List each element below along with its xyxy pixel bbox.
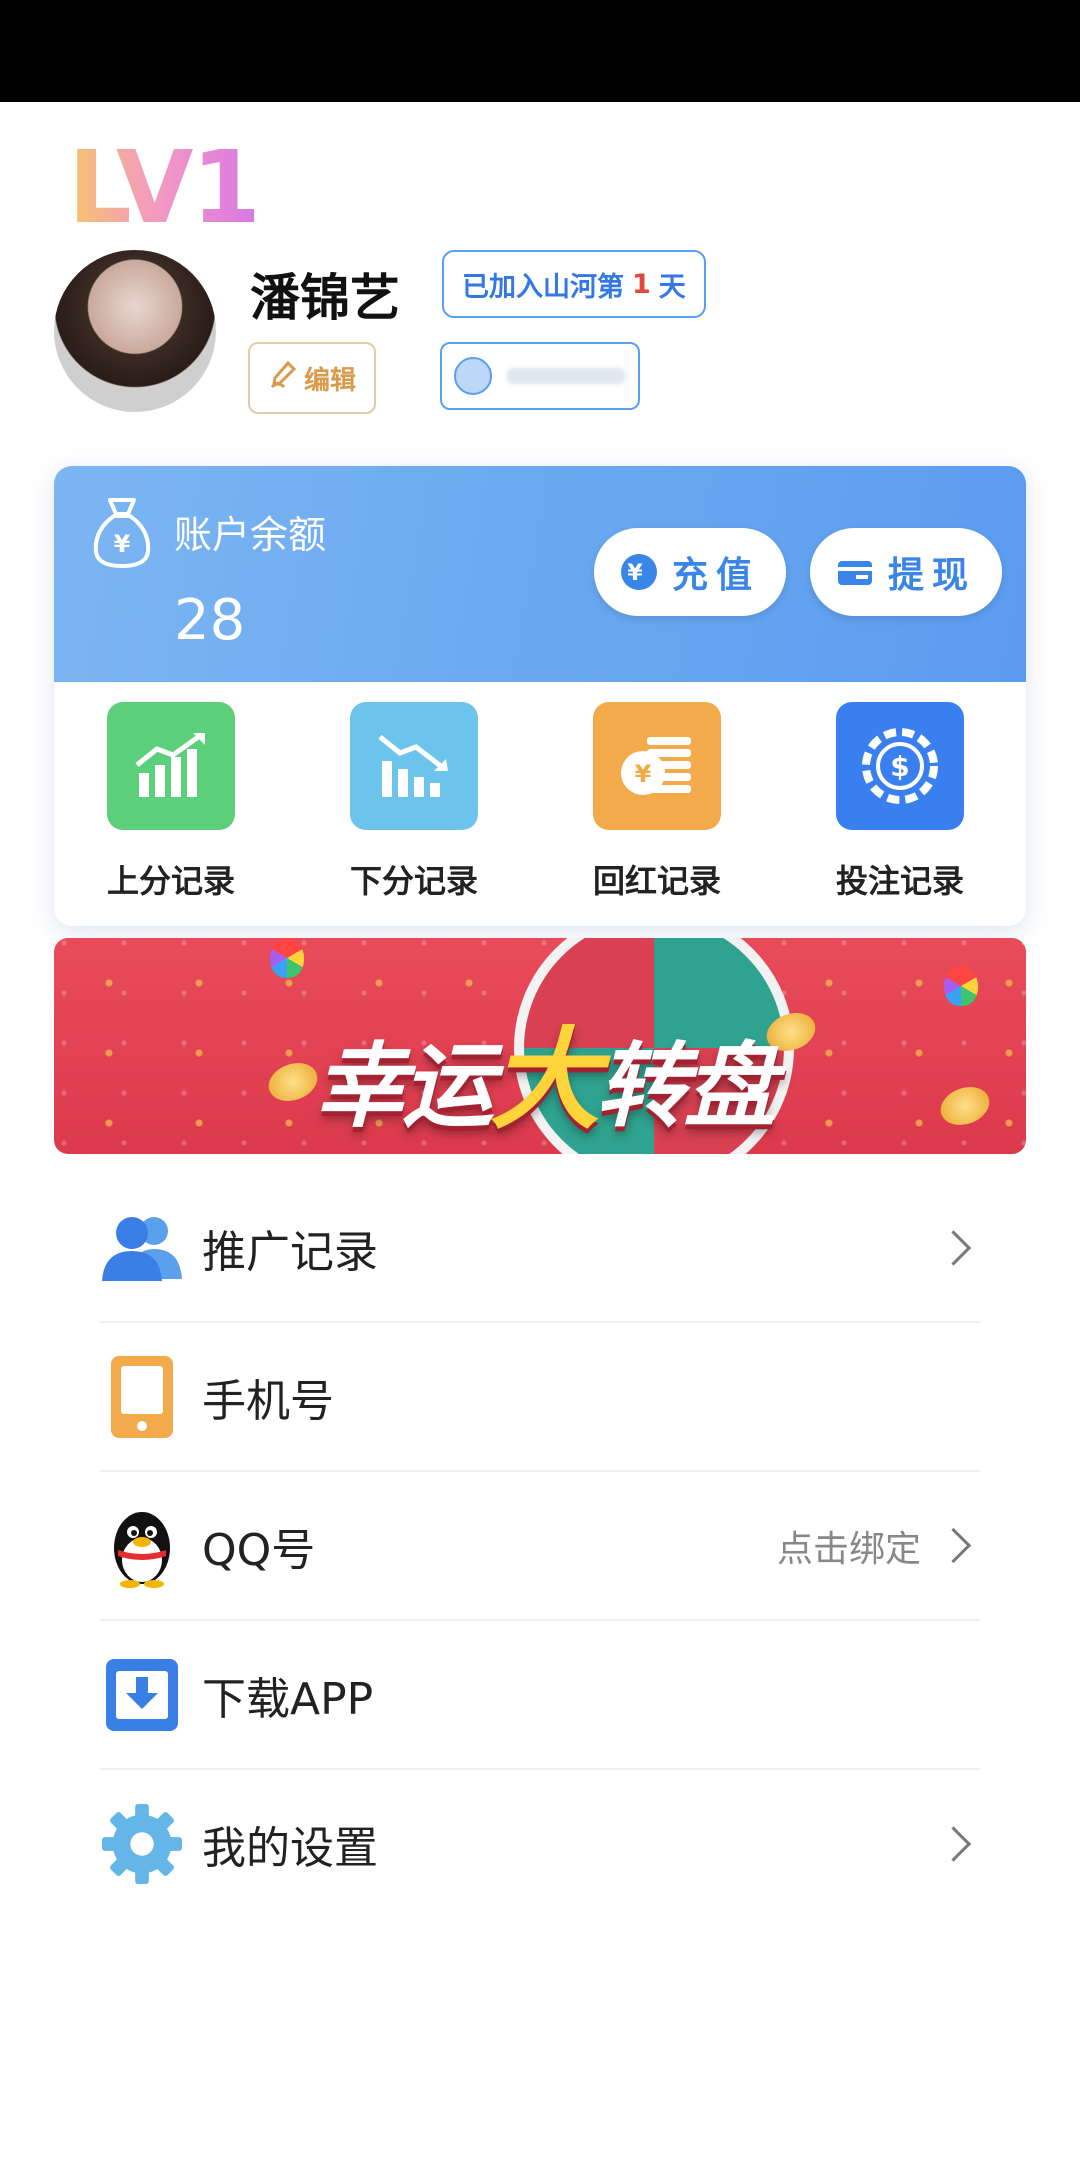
record-item-rebate[interactable]: ¥ 回红记录 bbox=[567, 702, 747, 902]
record-item-deposit[interactable]: 上分记录 bbox=[81, 702, 261, 902]
chart-down-icon bbox=[350, 702, 478, 830]
chip-icon: $ bbox=[836, 702, 964, 830]
record-label: 投注记录 bbox=[835, 862, 964, 900]
chart-up-icon bbox=[107, 702, 235, 830]
user-mini-avatar-icon bbox=[454, 357, 492, 395]
record-item-bets[interactable]: $ 投注记录 bbox=[810, 702, 990, 902]
withdraw-button[interactable]: 提现 bbox=[810, 528, 1002, 616]
settings-menu: 推广记录 手机号 QQ号 点击绑定 下载APP 我的设置 bbox=[100, 1174, 980, 1917]
record-label: 下分记录 bbox=[349, 862, 478, 900]
level-badge: LV1 bbox=[68, 129, 261, 246]
menu-item-settings[interactable]: 我的设置 bbox=[100, 1770, 980, 1917]
status-bar bbox=[0, 0, 1080, 102]
edit-label: 编辑 bbox=[303, 365, 356, 396]
record-item-withdraw[interactable]: 下分记录 bbox=[324, 702, 504, 902]
menu-item-download-app[interactable]: 下载APP bbox=[100, 1621, 980, 1770]
joined-days-badge: 已加入山河第 1 天 bbox=[442, 250, 706, 318]
withdraw-label: 提现 bbox=[887, 555, 976, 596]
chevron-right-icon bbox=[935, 1229, 972, 1266]
recharge-label: 充值 bbox=[671, 555, 760, 596]
gear-icon bbox=[100, 1802, 184, 1886]
balance-value: 28 bbox=[174, 588, 246, 653]
user-id-badge bbox=[440, 342, 640, 410]
banner-title-part1: 幸运 bbox=[314, 1033, 494, 1140]
svg-text:$: $ bbox=[890, 750, 909, 783]
balance-card: ¥ 账户余额 28 ¥ 充值 提现 上分记录 下分记录 ¥ 回红记录 $ 投注记… bbox=[54, 466, 1026, 926]
balloon-icon bbox=[944, 966, 978, 1006]
banner-title-big: 大 bbox=[490, 1016, 600, 1144]
qq-penguin-icon bbox=[100, 1504, 184, 1588]
svg-text:¥: ¥ bbox=[635, 760, 652, 788]
menu-item-qq[interactable]: QQ号 点击绑定 bbox=[100, 1472, 980, 1621]
banner-title: 幸运大转盘 bbox=[314, 990, 776, 1150]
download-icon bbox=[100, 1653, 184, 1737]
bind-qq-hint[interactable]: 点击绑定 bbox=[777, 1520, 921, 1572]
avatar[interactable] bbox=[54, 250, 216, 412]
phone-icon bbox=[100, 1355, 184, 1439]
money-bag-icon: ¥ bbox=[93, 498, 151, 569]
lucky-wheel-banner[interactable]: 幸运大转盘 bbox=[54, 938, 1026, 1154]
menu-label: 推广记录 bbox=[202, 1226, 378, 1278]
joined-days-count: 1 bbox=[632, 268, 651, 300]
balloon-icon bbox=[270, 938, 304, 978]
recharge-button[interactable]: ¥ 充值 bbox=[594, 528, 786, 616]
svg-text:¥: ¥ bbox=[627, 561, 650, 586]
menu-item-promotion[interactable]: 推广记录 bbox=[100, 1174, 980, 1323]
menu-label: 手机号 bbox=[202, 1375, 334, 1427]
banner-title-part2: 转盘 bbox=[596, 1033, 776, 1140]
balance-header: ¥ 账户余额 28 ¥ 充值 提现 bbox=[54, 466, 1026, 682]
chevron-right-icon bbox=[935, 1825, 972, 1862]
menu-item-phone[interactable]: 手机号 bbox=[100, 1323, 980, 1472]
username: 潘锦艺 bbox=[250, 269, 400, 327]
wallet-icon bbox=[837, 561, 872, 585]
balance-label: 账户余额 bbox=[174, 513, 327, 557]
yuan-coin-icon: ¥ bbox=[620, 554, 657, 590]
record-label: 上分记录 bbox=[106, 862, 235, 900]
menu-label: QQ号 bbox=[202, 1524, 316, 1576]
masked-user-id bbox=[506, 368, 626, 384]
edit-profile-button[interactable]: 编辑 bbox=[248, 342, 376, 414]
record-label: 回红记录 bbox=[592, 862, 721, 900]
joined-prefix: 已加入山河第 bbox=[462, 271, 624, 303]
users-icon bbox=[100, 1206, 184, 1290]
menu-label: 我的设置 bbox=[202, 1822, 378, 1874]
record-shortcuts: 上分记录 下分记录 ¥ 回红记录 $ 投注记录 bbox=[54, 682, 1026, 926]
coins-icon: ¥ bbox=[593, 702, 721, 830]
joined-suffix: 天 bbox=[658, 271, 686, 303]
pencil-icon bbox=[268, 360, 298, 397]
chevron-right-icon bbox=[935, 1527, 972, 1564]
menu-label: 下载APP bbox=[202, 1673, 374, 1725]
svg-text:¥: ¥ bbox=[114, 530, 131, 558]
